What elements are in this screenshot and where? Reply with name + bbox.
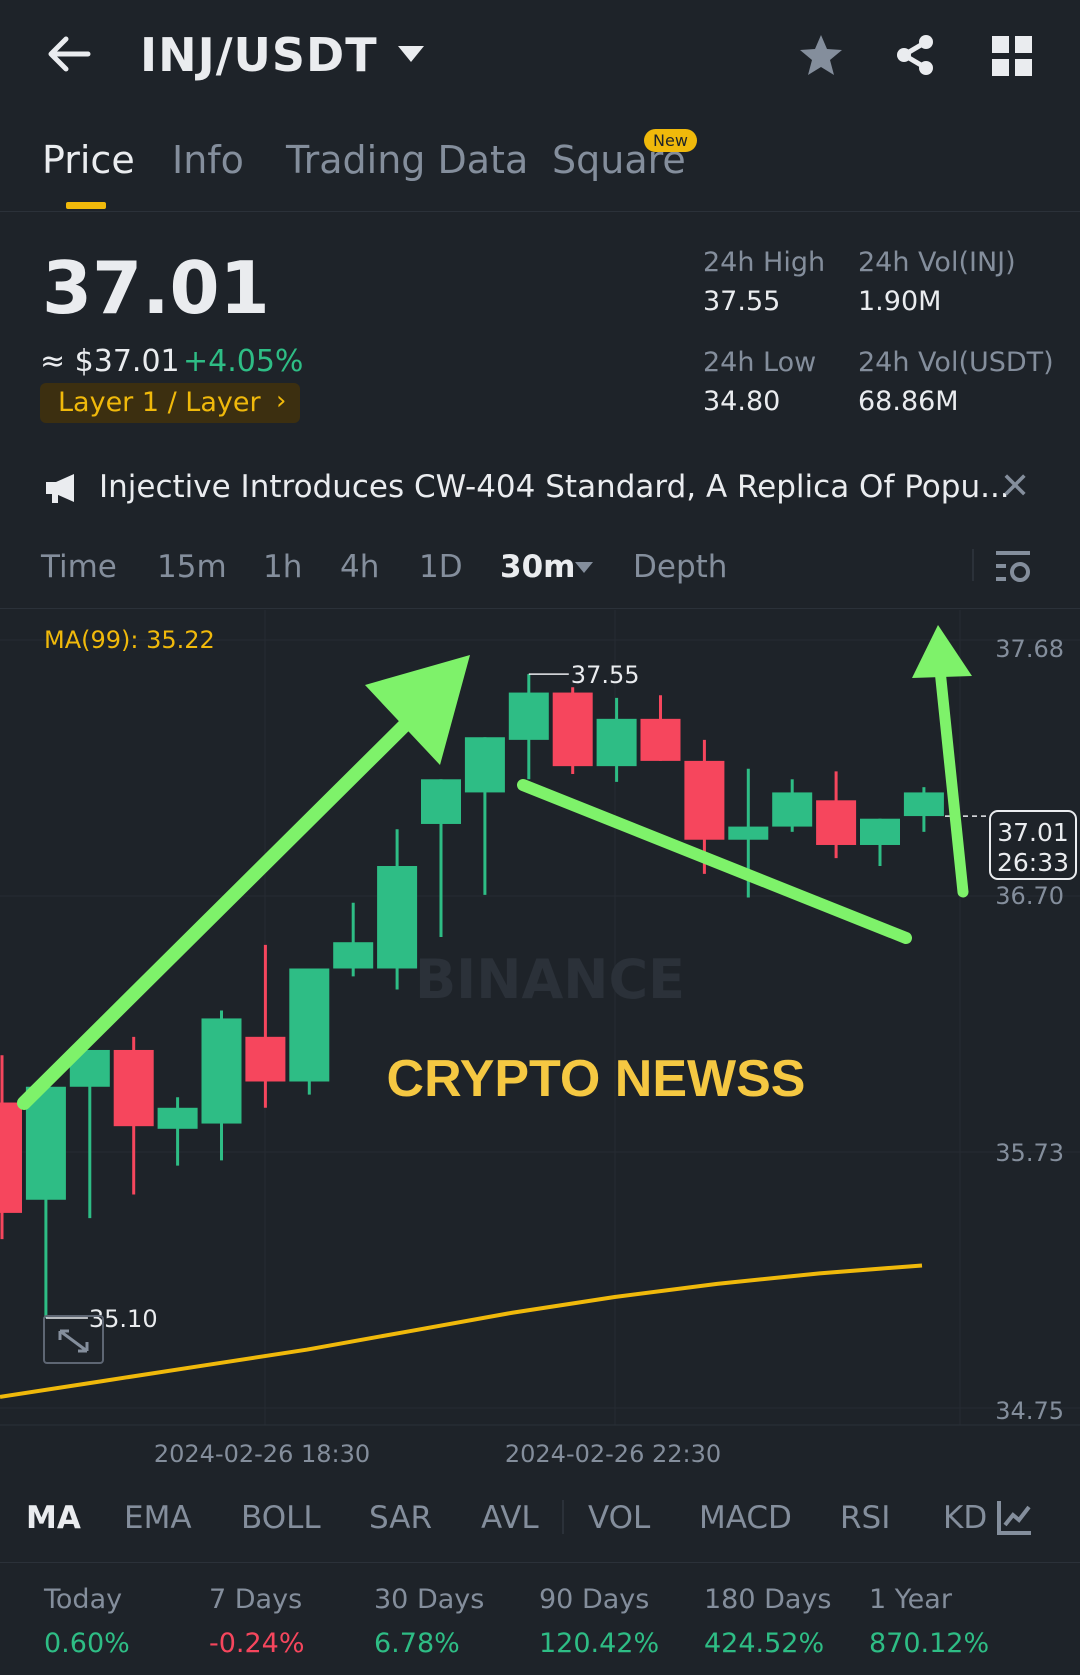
perf-label-180d: 180 Days: [704, 1584, 832, 1615]
candle-body: [684, 760, 725, 840]
interval-15m[interactable]: 15m: [157, 549, 227, 585]
current-price-label: 37.01: [997, 818, 1069, 847]
countdown-label: 26:33: [997, 848, 1069, 877]
indicator-vol[interactable]: VOL: [588, 1500, 650, 1536]
candle-body: [772, 792, 813, 827]
perf-value-90d: 120.42%: [539, 1628, 660, 1659]
time-tick-label: 2024-02-26 18:30: [154, 1440, 370, 1468]
price-tick-label: 34.75: [995, 1397, 1064, 1425]
perf-value-today: 0.60%: [44, 1628, 130, 1659]
stat-high-label: 24h High: [703, 247, 826, 278]
candle-body: [289, 968, 330, 1082]
price-tick-label: 36.70: [995, 882, 1064, 910]
interval-time[interactable]: Time: [41, 549, 117, 585]
caret-down-icon[interactable]: [398, 46, 424, 62]
interval-30m[interactable]: 30m: [500, 549, 575, 585]
perf-value-30d: 6.78%: [374, 1628, 460, 1659]
price-tick-label: 37.68: [995, 635, 1064, 663]
interval-1h[interactable]: 1h: [263, 549, 302, 585]
binance-watermark: BINANCE: [415, 948, 685, 1011]
usd-price: ≈ $37.01: [40, 344, 180, 379]
indicator-chart-icon[interactable]: [996, 1498, 1034, 1536]
pair-title[interactable]: INJ/USDT: [140, 28, 378, 82]
indicator-separator: [562, 1500, 564, 1534]
candle-body: [596, 718, 637, 767]
perf-value-7d: -0.24%: [209, 1628, 305, 1659]
stat-high-value: 37.55: [703, 286, 781, 317]
candle-body: [903, 792, 944, 817]
chart-top-divider: [0, 608, 1080, 609]
candle-body: [816, 800, 857, 845]
candle-body: [464, 737, 505, 793]
candle-body: [333, 942, 374, 969]
indicator-avl[interactable]: AVL: [481, 1500, 539, 1536]
news-headline[interactable]: Injective Introduces CW-404 Standard, A …: [99, 469, 1010, 505]
candle-body: [245, 1036, 286, 1082]
perf-value-180d: 424.52%: [704, 1628, 825, 1659]
perf-label-today: Today: [44, 1584, 123, 1615]
interval-separator: [972, 549, 974, 581]
stat-vol-usdt-value: 68.86M: [858, 386, 959, 417]
last-price: 37.01: [42, 246, 270, 330]
candle-body: [640, 718, 681, 761]
candle-body: [728, 826, 769, 840]
stat-low-label: 24h Low: [703, 347, 817, 378]
stat-vol-inj-label: 24h Vol(INJ): [858, 247, 1016, 278]
sector-label: Layer 1 / Layer: [58, 387, 261, 418]
indicator-rsi[interactable]: RSI: [840, 1500, 890, 1536]
active-tab-indicator: [66, 202, 106, 209]
star-icon[interactable]: [798, 32, 844, 78]
candle-body: [421, 779, 461, 824]
interval-depth[interactable]: Depth: [633, 549, 727, 585]
stat-vol-usdt-label: 24h Vol(USDT): [858, 347, 1054, 378]
candle-body: [508, 692, 549, 740]
time-tick-label: 2024-02-26 22:30: [505, 1440, 721, 1468]
stat-vol-inj-value: 1.90M: [858, 286, 942, 317]
tabs-divider: [0, 211, 1080, 212]
tab-trading-data[interactable]: Trading Data: [286, 138, 528, 182]
high-marker-label: 37.55: [571, 661, 640, 689]
price-change: +4.05%: [183, 344, 304, 379]
chart-settings-icon[interactable]: [994, 548, 1034, 586]
perf-label-30d: 30 Days: [374, 1584, 485, 1615]
candle-body: [201, 1018, 242, 1124]
perf-label-7d: 7 Days: [209, 1584, 303, 1615]
back-arrow-icon[interactable]: [44, 28, 96, 80]
chevron-right-icon: ›: [276, 386, 287, 416]
caret-down-icon[interactable]: [575, 562, 593, 573]
ma-indicator-label: MA(99): 35.22: [44, 626, 215, 654]
indicator-ema[interactable]: EMA: [124, 1500, 192, 1536]
tab-info[interactable]: Info: [172, 138, 244, 182]
candlestick-chart[interactable]: BINANCE 37.55 35.10 37.0126:33 37.68 36.70 35.…: [0, 610, 1080, 1476]
stat-low-value: 34.80: [703, 386, 781, 417]
indicator-divider: [0, 1562, 1080, 1563]
candle-body: [377, 866, 418, 969]
indicator-kd[interactable]: KD: [943, 1500, 987, 1536]
perf-label-1y: 1 Year: [869, 1584, 952, 1615]
candle-body: [157, 1107, 198, 1129]
perf-label-90d: 90 Days: [539, 1584, 650, 1615]
interval-1d[interactable]: 1D: [419, 549, 463, 585]
new-badge: New: [644, 129, 697, 152]
grid-icon[interactable]: [992, 36, 1032, 76]
indicator-ma[interactable]: MA: [26, 1500, 81, 1536]
overlay-text: CRYPTO NEWSS: [387, 1050, 806, 1108]
indicator-macd[interactable]: MACD: [699, 1500, 792, 1536]
indicator-sar[interactable]: SAR: [369, 1500, 432, 1536]
candle-body: [0, 1102, 22, 1213]
interval-4h[interactable]: 4h: [340, 549, 379, 585]
candle-body: [860, 818, 900, 845]
expand-icon: [58, 1329, 89, 1353]
indicator-boll[interactable]: BOLL: [241, 1500, 321, 1536]
perf-value-1y: 870.12%: [869, 1628, 990, 1659]
price-tick-label: 35.73: [995, 1139, 1064, 1167]
low-marker-label: 35.10: [89, 1305, 158, 1333]
annotation-arrowhead: [912, 625, 972, 678]
tab-price[interactable]: Price: [42, 138, 135, 182]
share-icon[interactable]: [892, 32, 938, 78]
candle-body: [552, 692, 593, 767]
close-icon[interactable]: ✕: [1000, 466, 1030, 507]
candle-body: [113, 1049, 154, 1127]
megaphone-icon: [46, 474, 74, 503]
